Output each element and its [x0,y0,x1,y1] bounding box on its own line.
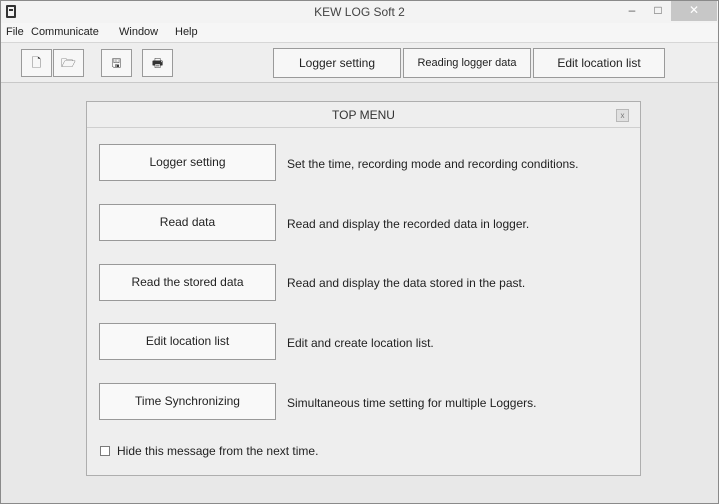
dialog-header: TOP MENU x [87,102,640,128]
window-title: KEW LOG Soft 2 [314,5,405,19]
print-icon[interactable]: 🖶 [142,49,173,77]
toolbar-reading-logger-data-button[interactable]: Reading logger data [403,48,531,78]
menu-bar: File Communicate Window Help [1,23,718,43]
read-data-description: Read and display the recorded data in lo… [287,217,530,231]
menu-help[interactable]: Help [175,26,198,38]
open-folder-icon[interactable]: 🗁 [53,49,84,77]
top-menu-dialog: TOP MENU x Logger setting Set the time, … [86,101,641,476]
logger-setting-description: Set the time, recording mode and recordi… [287,157,579,171]
read-data-button[interactable]: Read data [99,204,276,241]
toolbar-edit-location-list-button[interactable]: Edit location list [533,48,665,78]
time-synchronizing-button[interactable]: Time Synchronizing [99,383,276,420]
hide-message-checkbox[interactable] [100,446,110,456]
title-bar[interactable]: KEW LOG Soft 2 – □ ✕ [1,1,718,23]
read-stored-data-description: Read and display the data stored in the … [287,276,526,290]
maximize-icon[interactable]: □ [645,1,671,21]
dialog-close-icon[interactable]: x [616,109,629,122]
new-file-icon[interactable]: 🗋 [21,49,52,77]
toolbar: 🗋 🗁 🖫 🖶 Logger setting Reading logger da… [1,43,718,83]
menu-file[interactable]: File [6,26,24,38]
edit-location-list-button[interactable]: Edit location list [99,323,276,360]
menu-window[interactable]: Window [119,26,158,38]
app-window: KEW LOG Soft 2 – □ ✕ File Communicate Wi… [0,0,719,504]
save-disk-icon[interactable]: 🖫 [101,49,132,77]
toolbar-logger-setting-button[interactable]: Logger setting [273,48,401,78]
edit-location-list-description: Edit and create location list. [287,336,434,350]
close-icon[interactable]: ✕ [671,1,717,21]
hide-message-label: Hide this message from the next time. [117,444,319,458]
menu-communicate[interactable]: Communicate [31,26,99,38]
logger-setting-button[interactable]: Logger setting [99,144,276,181]
time-synchronizing-description: Simultaneous time setting for multiple L… [287,396,537,410]
read-stored-data-button[interactable]: Read the stored data [99,264,276,301]
dialog-title: TOP MENU [332,108,395,122]
minimize-icon[interactable]: – [619,1,645,21]
